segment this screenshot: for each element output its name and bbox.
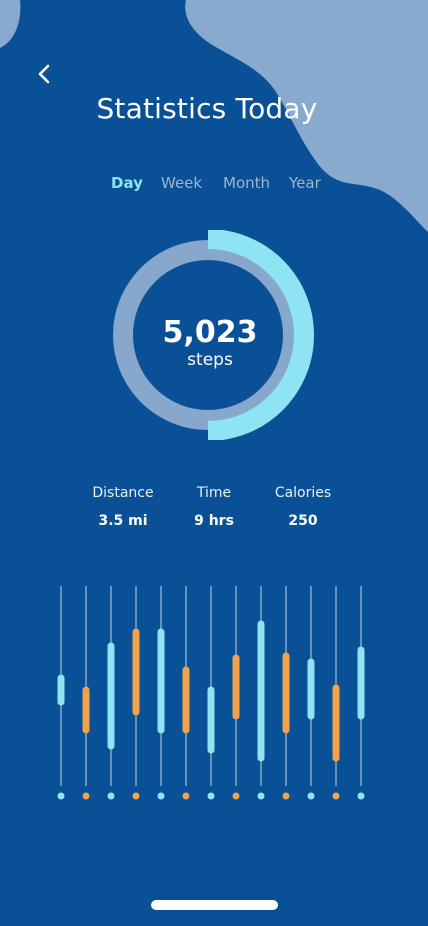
tab-year[interactable]: Year: [289, 174, 321, 192]
chevron-left-icon: [38, 64, 50, 84]
chart-dot: [57, 792, 65, 800]
stat-calories-label: Calories: [274, 485, 332, 501]
tab-day[interactable]: Day: [111, 174, 143, 192]
chart-dot: [357, 792, 365, 800]
chart-dot: [232, 792, 240, 800]
chart-dot: [132, 792, 140, 800]
period-tabs: Day Week Month Year: [0, 174, 428, 194]
steps-summary: 5,023 steps: [112, 315, 308, 371]
tab-week[interactable]: Week: [161, 174, 202, 192]
steps-unit-label: steps: [187, 350, 233, 370]
chart-dot: [257, 792, 265, 800]
chart-dot: [282, 792, 290, 800]
steps-count: 5,023: [162, 315, 258, 350]
top-left-blob: [0, 0, 21, 48]
chart-dot: [107, 792, 115, 800]
chart-dot: [82, 792, 90, 800]
stat-calories: Calories 250: [248, 484, 358, 530]
statistics-screen: Statistics Today Day Week Month Year 5,0…: [0, 0, 428, 926]
chart-dot: [307, 792, 315, 800]
activity-chart: [57, 586, 365, 800]
home-indicator: [151, 900, 278, 910]
tab-month[interactable]: Month: [223, 174, 270, 192]
back-button[interactable]: [28, 58, 60, 90]
chart-dot: [157, 792, 165, 800]
background-blob-decoration: [0, 0, 428, 232]
chart-dot: [332, 792, 340, 800]
stat-calories-value: 250: [288, 513, 318, 529]
chart-dot: [182, 792, 190, 800]
page-title: Statistics Today: [96, 92, 318, 125]
chart-dot: [207, 792, 215, 800]
